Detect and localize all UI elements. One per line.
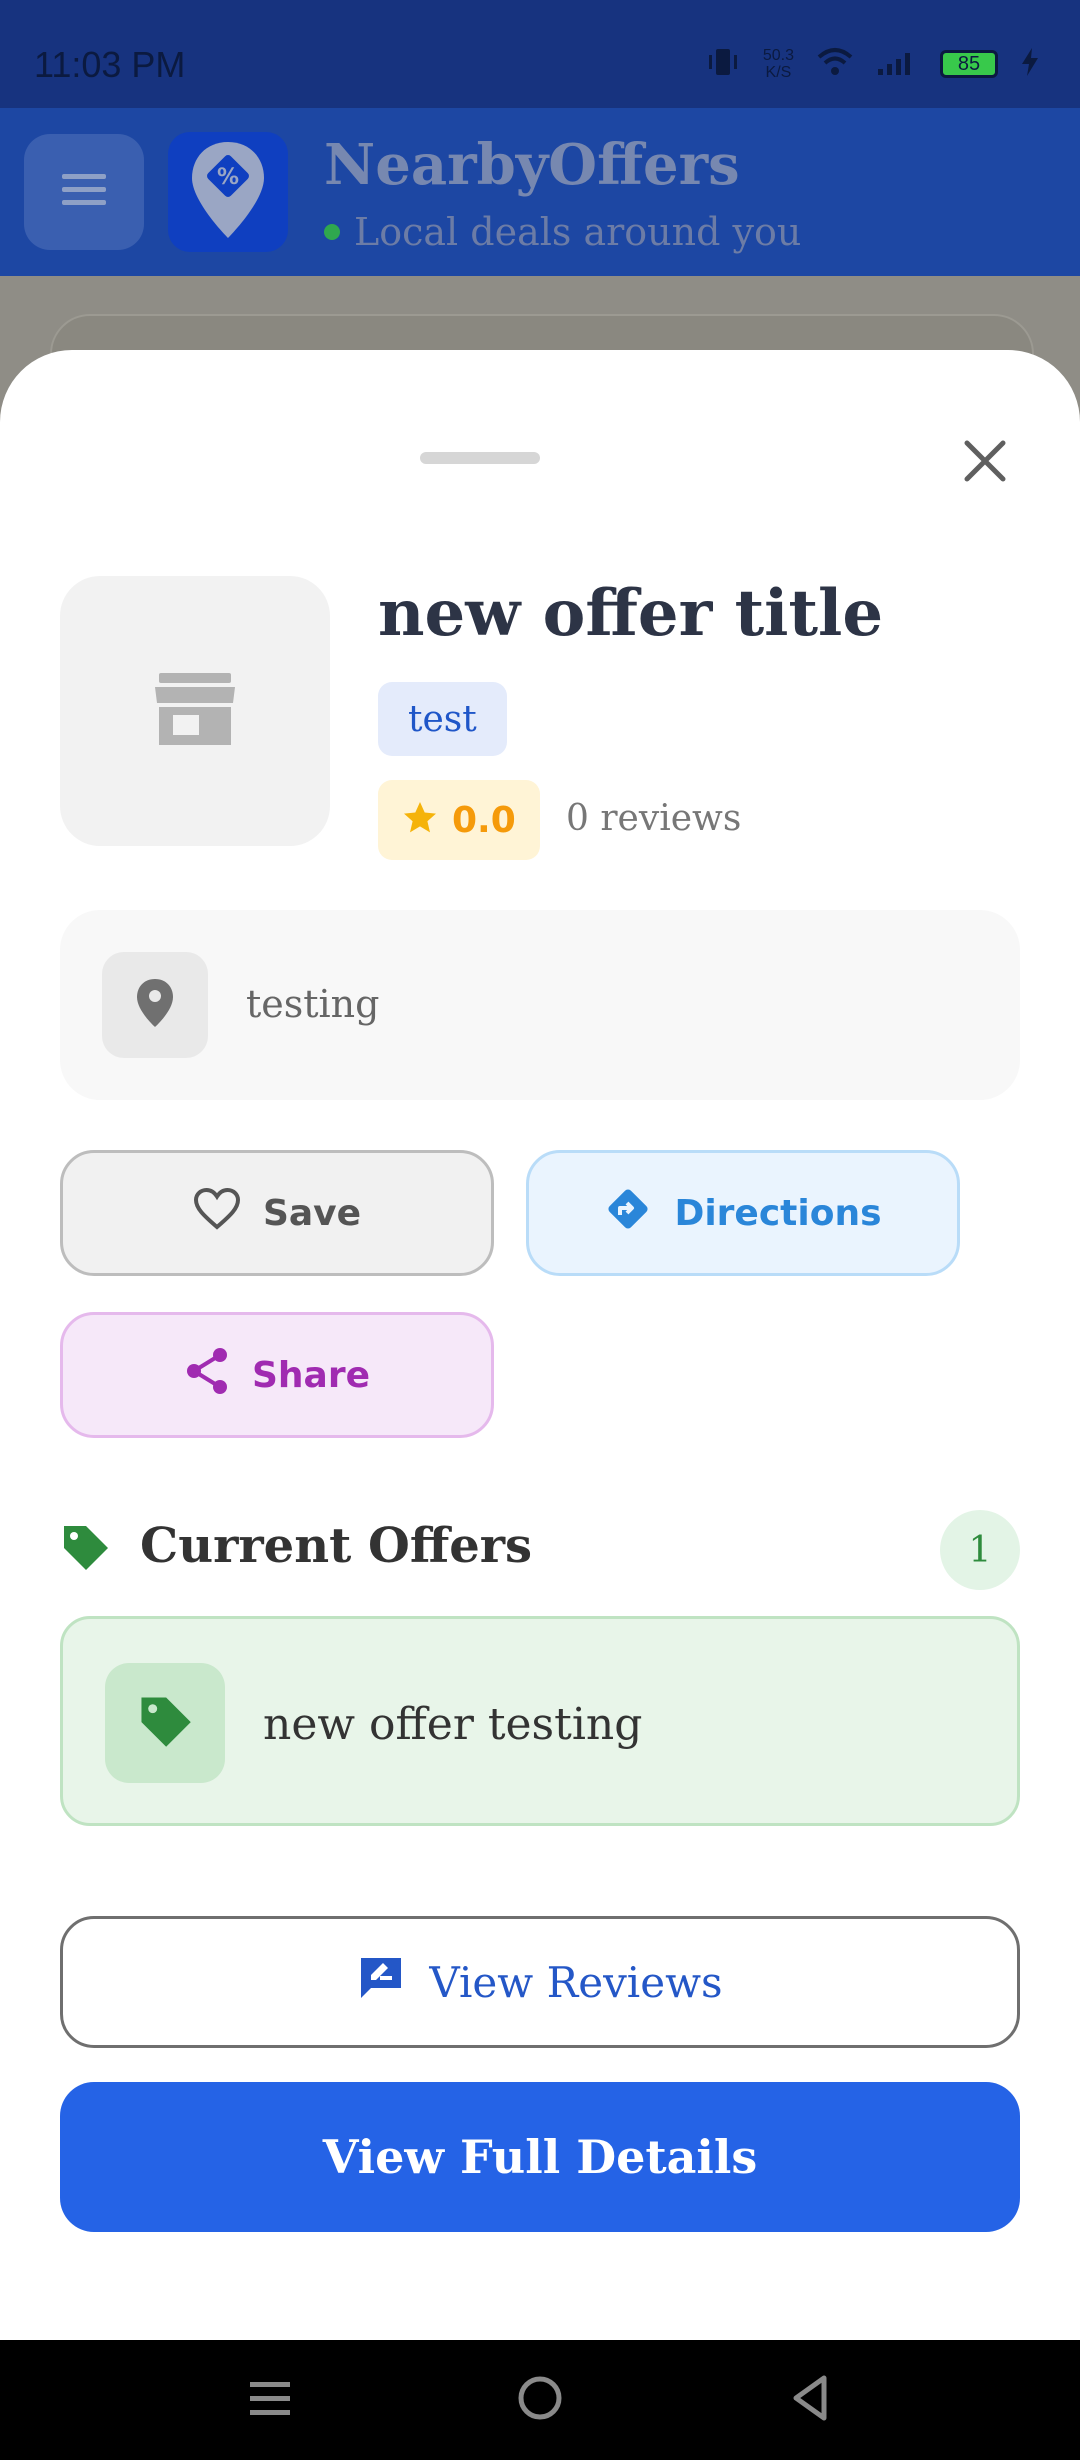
network-speed: 50.3 K/S [762,47,794,81]
star-icon [402,800,438,840]
reviews-count: 0 reviews [566,798,742,839]
charging-icon [1020,46,1040,82]
menu-lines-icon [248,2378,292,2422]
status-time: 11:03 PM [34,44,186,85]
app-title: NearbyOffers [324,132,740,198]
share-button[interactable]: Share [60,1312,494,1438]
system-navigation-bar [0,2340,1080,2460]
status-bar: 11:03 PM 50.3 K/S 85 [0,0,1080,108]
rating-value: 0.0 [452,799,516,841]
offer-list-item[interactable]: new offer testing [60,1616,1020,1826]
home-circle-icon [516,2374,564,2426]
back-triangle-icon [788,2374,832,2426]
app-logo: % [168,132,288,252]
store-thumbnail [60,576,330,846]
offer-item-text: new offer testing [263,1699,643,1750]
location-pin-icon [135,977,175,1033]
store-icon [153,671,237,751]
recents-button[interactable] [240,2370,300,2430]
rating-badge: 0.0 [378,780,540,860]
address-icon-box [102,952,208,1058]
tag-icon [137,1693,193,1753]
menu-button[interactable] [24,134,144,250]
status-dot [324,224,340,240]
current-offers-header: Current Offers 1 [60,1510,1020,1590]
app-subtitle: Local deals around you [324,210,801,254]
offer-item-icon-box [105,1663,225,1783]
home-button[interactable] [510,2370,570,2430]
offer-bottom-sheet: new offer title test 0.0 0 reviews testi… [0,350,1080,2340]
back-button[interactable] [780,2370,840,2430]
address-card: testing [60,910,1020,1100]
view-reviews-button[interactable]: View Reviews [60,1916,1020,2048]
directions-icon [604,1185,652,1242]
hamburger-icon [60,172,108,212]
current-offers-title: Current Offers [140,1518,533,1574]
wifi-icon [816,47,854,81]
address-text: testing [246,982,380,1026]
rate-review-icon [357,1954,405,2010]
share-icon [184,1347,230,1404]
battery-indicator: 85 [940,50,998,78]
save-button[interactable]: Save [60,1150,494,1276]
offer-title: new offer title [378,576,884,651]
close-button[interactable] [950,428,1020,498]
sheet-drag-handle[interactable] [420,452,540,464]
directions-button[interactable]: Directions [526,1150,960,1276]
offers-count-badge: 1 [940,1510,1020,1590]
view-full-details-button[interactable]: View Full Details [60,2082,1020,2232]
category-chip: test [378,682,507,756]
close-icon [961,437,1009,489]
app-bar: % NearbyOffers Local deals around you [0,108,1080,276]
status-icons: 50.3 K/S 85 [705,46,1040,82]
heart-icon [193,1187,241,1240]
tag-icon [60,1522,110,1576]
signal-icon [876,47,918,81]
location-discount-icon: % [188,140,268,244]
svg-text:%: % [217,165,239,190]
vibrate-icon [705,46,741,82]
